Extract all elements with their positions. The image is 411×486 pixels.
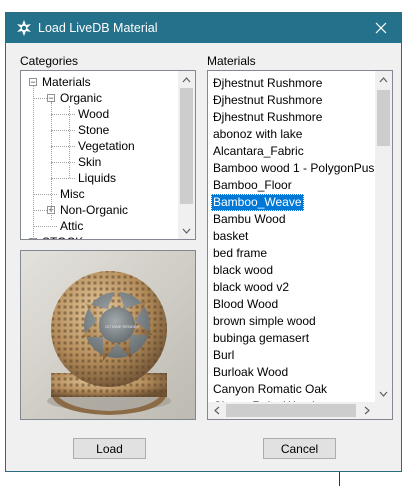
material-list-item[interactable]: Blood Wood: [211, 296, 280, 313]
gear-logo-icon: [17, 20, 31, 36]
tree-item[interactable]: Misc: [60, 186, 85, 202]
tree-item[interactable]: Skin: [78, 154, 101, 170]
material-list-item[interactable]: Canyon Romatic Oak: [211, 381, 329, 398]
material-list-item[interactable]: basket: [211, 228, 250, 245]
material-list-item[interactable]: Alcantara_Fabric: [211, 143, 306, 160]
chevron-up-icon: [379, 76, 388, 82]
tree-connector: [33, 194, 57, 195]
window-title: Load LiveDB Material: [38, 21, 158, 35]
materials-list[interactable]: Ðjhestnut Rushmore Ðjhestnut Rushmore Ðjhe…: [207, 70, 393, 420]
tree-item[interactable]: Materials: [42, 74, 91, 90]
close-icon: [375, 22, 387, 34]
tree-vertical-scrollbar[interactable]: [178, 71, 195, 239]
chevron-right-icon: [364, 406, 370, 415]
scroll-down-arrow[interactable]: [178, 222, 195, 239]
material-list-item[interactable]: black wood v2: [211, 279, 291, 296]
material-list-item[interactable]: Bamboo wood 1 - PolygonPusher: [211, 160, 375, 177]
tree-connector: [51, 162, 75, 163]
tree-connector: [51, 178, 75, 179]
tree-item[interactable]: Vegetation: [78, 138, 135, 154]
material-list-item[interactable]: Ðjhestnut Rushmore: [211, 109, 324, 126]
chevron-down-icon: [182, 228, 191, 234]
background-divider: [339, 472, 340, 486]
chevron-down-icon: [379, 391, 388, 397]
tree-item[interactable]: Organic: [60, 90, 102, 106]
scroll-right-arrow[interactable]: [358, 402, 375, 419]
load-button[interactable]: Load: [73, 438, 146, 459]
list-vertical-scrollbar[interactable]: [375, 71, 392, 402]
material-list-item[interactable]: Ðjhestnut Rushmore: [211, 75, 324, 92]
material-list-item[interactable]: bed frame: [211, 245, 269, 262]
list-horizontal-scrollbar[interactable]: [208, 402, 375, 419]
scroll-up-arrow[interactable]: [178, 71, 195, 88]
tree-item[interactable]: Non-Organic: [60, 202, 128, 218]
material-list-item[interactable]: bubinga gemasert: [211, 330, 311, 347]
close-button[interactable]: [361, 13, 401, 43]
tree-item[interactable]: Attic: [60, 218, 83, 234]
material-list-item[interactable]: Bambu Wood: [211, 211, 288, 228]
material-list-item[interactable]: Bamboo_Weave: [211, 194, 304, 211]
material-list-item[interactable]: Burl: [211, 347, 236, 364]
chevron-up-icon: [182, 76, 191, 82]
tree-content: − Materials − Organic Wood Stone Vegetation Ski…: [21, 71, 179, 239]
dialog-window: Load LiveDB Material Categories Material…: [5, 12, 402, 472]
tree-connector: [33, 86, 34, 239]
scrollbar-corner: [375, 402, 392, 419]
scroll-thumb[interactable]: [377, 90, 390, 146]
tree-connector: [33, 226, 57, 227]
material-list-item[interactable]: brown simple wood: [211, 313, 318, 330]
chevron-left-icon: [213, 406, 219, 415]
tree-item[interactable]: STOCK: [42, 234, 83, 239]
cancel-button[interactable]: Cancel: [263, 438, 336, 459]
material-list-item[interactable]: Bamboo_Floor: [211, 177, 294, 194]
tree-connector: [51, 146, 75, 147]
material-list-item[interactable]: black wood: [211, 262, 275, 279]
tree-item[interactable]: Stone: [78, 122, 109, 138]
material-list-item[interactable]: abonoz with lake: [211, 126, 304, 143]
tree-item[interactable]: Wood: [78, 106, 109, 122]
material-list-item[interactable]: Burloak Wood: [211, 364, 290, 381]
categories-label: Categories: [20, 54, 79, 68]
scroll-down-arrow[interactable]: [375, 385, 392, 402]
horizontal-scroll-thumb[interactable]: [226, 404, 356, 417]
tree-expander[interactable]: −: [47, 94, 55, 103]
tree-item[interactable]: Liquids: [78, 170, 116, 186]
tree-connector: [69, 106, 70, 178]
scroll-thumb[interactable]: [180, 88, 193, 204]
tree-connector: [51, 114, 75, 115]
scroll-up-arrow[interactable]: [375, 71, 392, 88]
categories-tree[interactable]: − Materials − Organic Wood Stone Vegetation Ski…: [20, 70, 196, 240]
title-bar[interactable]: Load LiveDB Material: [6, 13, 401, 43]
material-preview: OCTANE RENDER: [20, 250, 196, 420]
materials-list-content: Ðjhestnut Rushmore Ðjhestnut Rushmore Ðjhe…: [208, 71, 375, 402]
tree-expander[interactable]: −: [29, 78, 37, 87]
material-list-item[interactable]: Ðjhestnut Rushmore: [211, 92, 324, 109]
materials-label: Materials: [207, 54, 256, 68]
material-sphere-image: OCTANE RENDER: [21, 251, 195, 419]
preview-watermark: OCTANE RENDER: [105, 324, 139, 329]
tree-connector: [51, 130, 75, 131]
scroll-left-arrow[interactable]: [208, 402, 225, 419]
tree-connector: [51, 102, 52, 220]
